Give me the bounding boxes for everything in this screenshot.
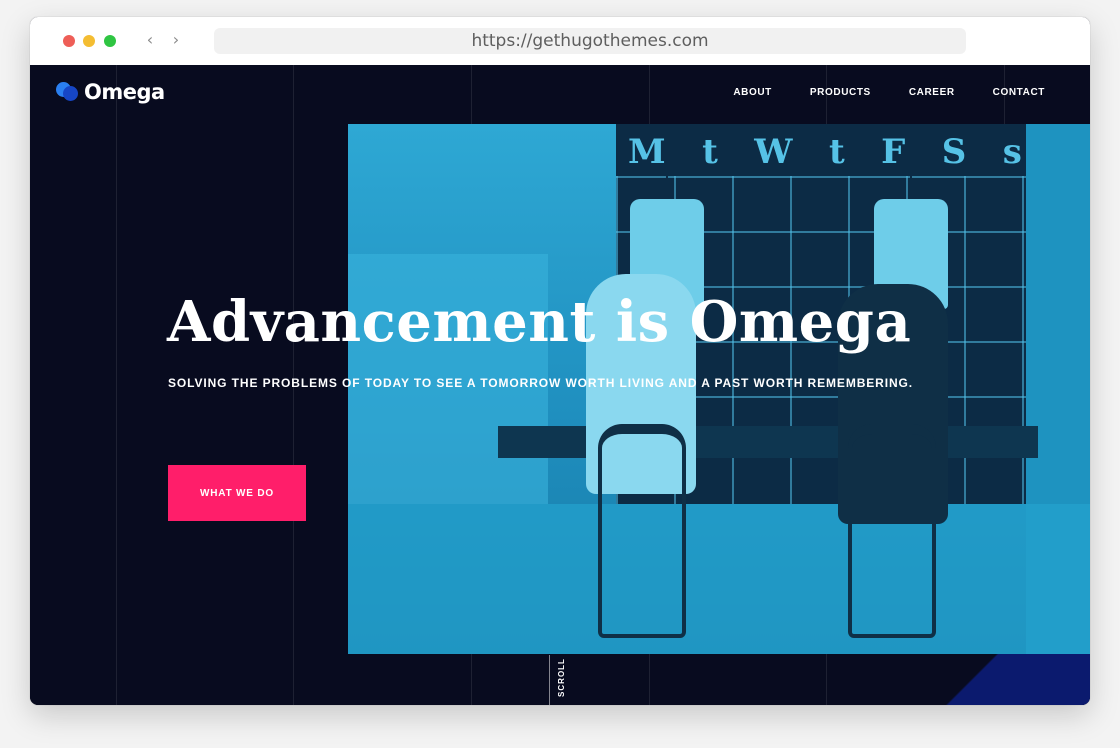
close-window-button[interactable] xyxy=(63,35,75,47)
chevron-right-icon[interactable]: › xyxy=(166,30,186,50)
hero-image-floor xyxy=(348,504,1090,654)
chalkboard-day: t xyxy=(828,132,851,172)
main-navigation: ABOUT PRODUCTS CAREER CONTACT xyxy=(695,87,1045,98)
site-logo[interactable]: Omega xyxy=(56,79,165,105)
chalkboard-days: M t W t F S s xyxy=(628,132,1028,172)
logo-text: Omega xyxy=(84,80,165,104)
hero-title: Advancement is Omega xyxy=(167,289,912,355)
browser-window: ‹ › https://gethugothemes.com Omega ABOU… xyxy=(30,17,1090,705)
chair-figure xyxy=(598,424,686,638)
grid-line xyxy=(116,65,117,705)
web-page: Omega ABOUT PRODUCTS CAREER CONTACT M t … xyxy=(30,65,1090,705)
nav-link-about[interactable]: ABOUT xyxy=(733,87,772,98)
chalkboard-day: F xyxy=(881,132,912,172)
scroll-label: SCROLL xyxy=(556,657,566,697)
address-bar[interactable]: https://gethugothemes.com xyxy=(214,28,966,54)
chalkboard-day: t xyxy=(702,132,724,172)
nav-link-products[interactable]: PRODUCTS xyxy=(810,87,871,98)
maximize-window-button[interactable] xyxy=(104,35,116,47)
chalkboard-day: s xyxy=(1002,132,1028,172)
scroll-indicator-line xyxy=(549,655,550,705)
chair-figure xyxy=(848,424,936,638)
scroll-indicator[interactable]: SCROLL xyxy=(554,657,568,697)
what-we-do-button[interactable]: WHAT WE DO xyxy=(168,465,306,521)
logo-icon xyxy=(56,81,80,103)
minimize-window-button[interactable] xyxy=(83,35,95,47)
hero-subtitle: SOLVING THE PROBLEMS OF TODAY TO SEE A T… xyxy=(168,376,914,390)
chevron-left-icon[interactable]: ‹ xyxy=(140,30,160,50)
hero-image-desk xyxy=(498,426,1038,458)
corner-accent xyxy=(900,654,1090,705)
browser-toolbar: ‹ › https://gethugothemes.com xyxy=(30,17,1090,66)
chalkboard-day: W xyxy=(754,132,799,172)
nav-link-contact[interactable]: CONTACT xyxy=(993,87,1045,98)
chalkboard-day: S xyxy=(941,132,973,172)
nav-link-career[interactable]: CAREER xyxy=(909,87,955,98)
